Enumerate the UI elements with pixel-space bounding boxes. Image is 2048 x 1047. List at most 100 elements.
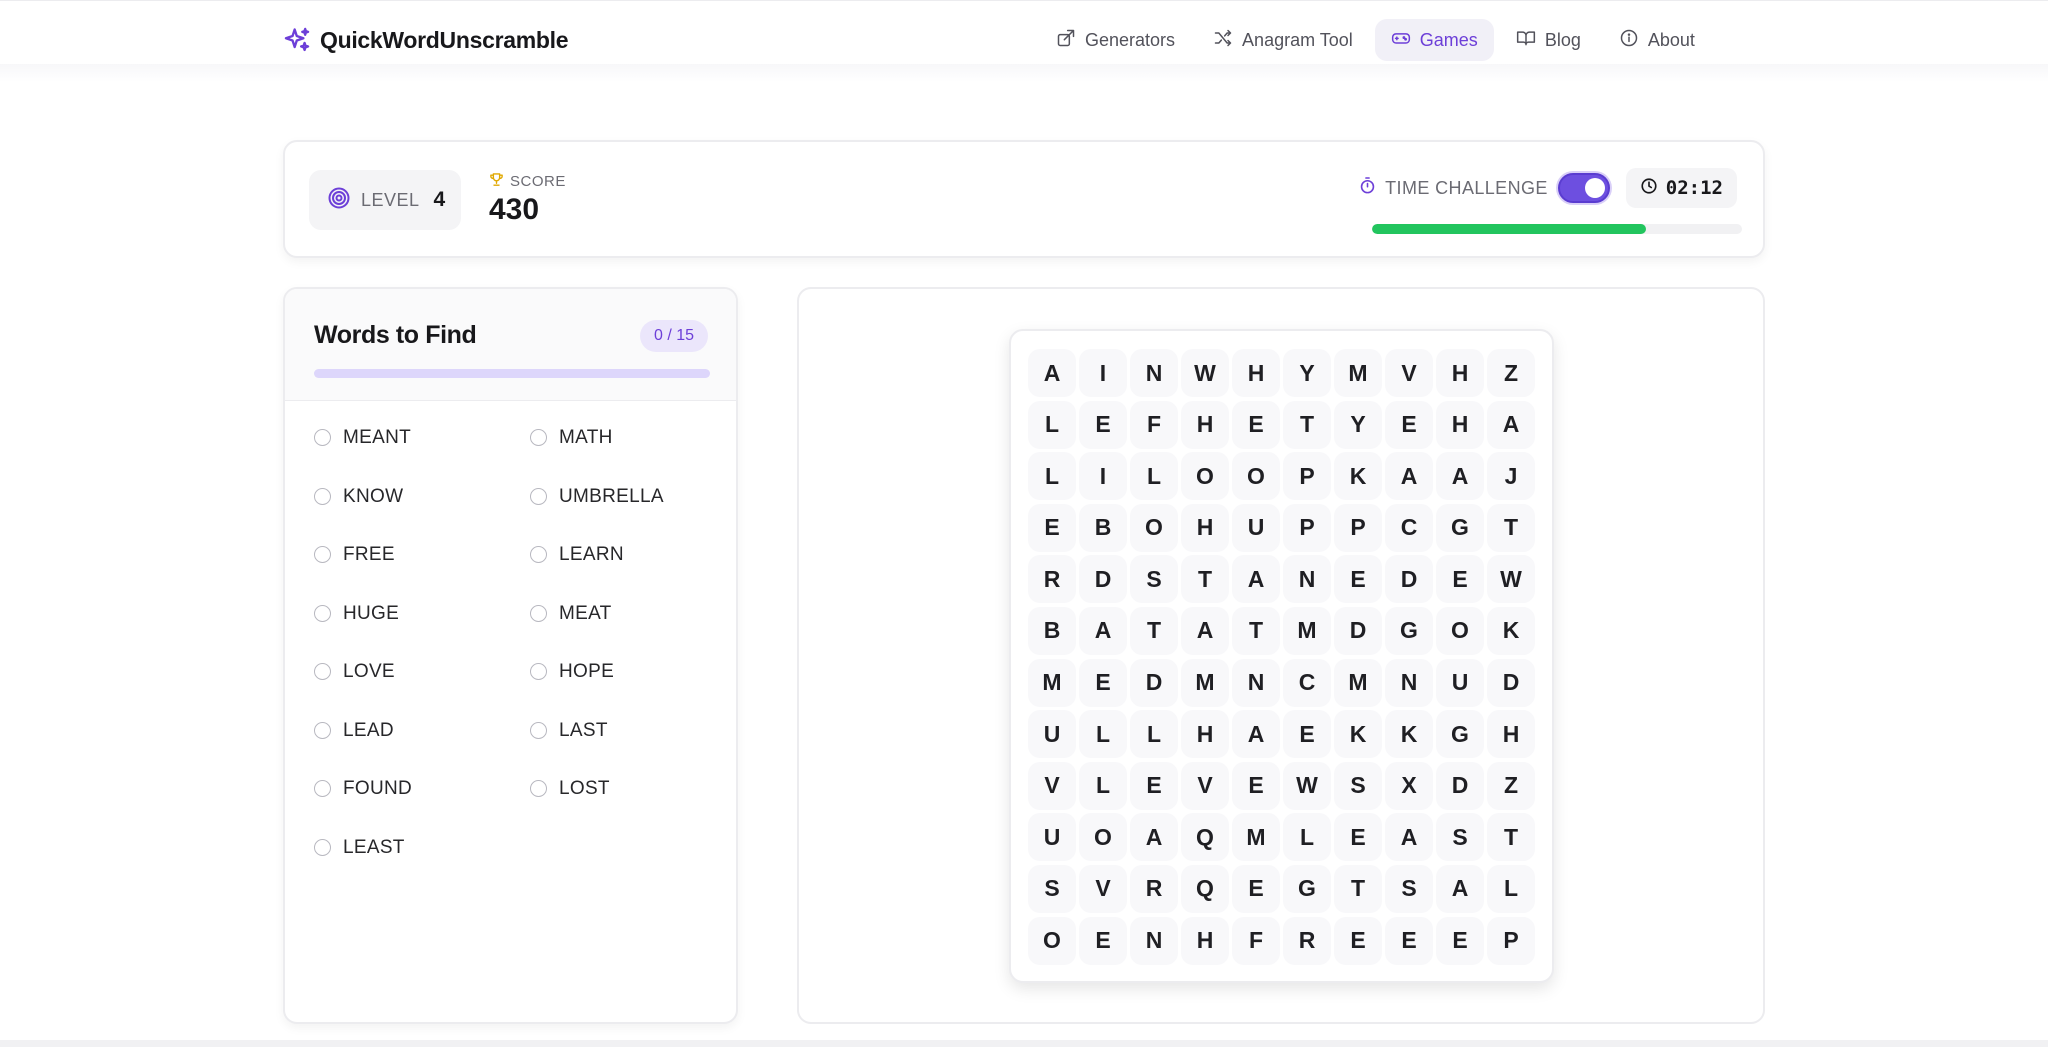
grid-cell[interactable]: X bbox=[1385, 761, 1433, 810]
grid-cell[interactable]: P bbox=[1283, 503, 1331, 552]
grid-cell[interactable]: K bbox=[1487, 606, 1535, 655]
nav-blog[interactable]: Blog bbox=[1500, 19, 1597, 61]
grid-cell[interactable]: M bbox=[1334, 349, 1382, 397]
grid-cell[interactable]: A bbox=[1232, 710, 1280, 759]
word-item[interactable]: LEAD bbox=[314, 720, 530, 779]
grid-cell[interactable]: M bbox=[1181, 658, 1229, 707]
grid-cell[interactable]: H bbox=[1181, 710, 1229, 759]
grid-cell[interactable]: L bbox=[1130, 452, 1178, 501]
grid-cell[interactable]: C bbox=[1283, 658, 1331, 707]
grid-cell[interactable]: R bbox=[1028, 555, 1076, 604]
grid-cell[interactable]: Q bbox=[1181, 813, 1229, 862]
grid-cell[interactable]: O bbox=[1028, 916, 1076, 965]
grid-cell[interactable]: E bbox=[1028, 503, 1076, 552]
grid-cell[interactable]: Q bbox=[1181, 864, 1229, 913]
grid-cell[interactable]: E bbox=[1079, 658, 1127, 707]
grid-cell[interactable]: T bbox=[1130, 606, 1178, 655]
grid-cell[interactable]: A bbox=[1436, 864, 1484, 913]
grid-cell[interactable]: O bbox=[1130, 503, 1178, 552]
grid-cell[interactable]: E bbox=[1232, 400, 1280, 449]
grid-cell[interactable]: N bbox=[1130, 349, 1178, 397]
word-item[interactable]: LOVE bbox=[314, 661, 530, 720]
grid-cell[interactable]: A bbox=[1385, 452, 1433, 501]
grid-cell[interactable]: U bbox=[1436, 658, 1484, 707]
word-item[interactable]: LAST bbox=[530, 720, 714, 779]
grid-cell[interactable]: L bbox=[1028, 400, 1076, 449]
grid-cell[interactable]: T bbox=[1181, 555, 1229, 604]
grid-cell[interactable]: Z bbox=[1487, 761, 1535, 810]
grid-cell[interactable]: N bbox=[1232, 658, 1280, 707]
grid-cell[interactable]: H bbox=[1487, 710, 1535, 759]
grid-cell[interactable]: E bbox=[1232, 761, 1280, 810]
grid-cell[interactable]: Z bbox=[1487, 349, 1535, 397]
grid-cell[interactable]: G bbox=[1283, 864, 1331, 913]
grid-cell[interactable]: E bbox=[1334, 916, 1382, 965]
grid-cell[interactable]: A bbox=[1079, 606, 1127, 655]
word-item[interactable]: LEARN bbox=[530, 544, 714, 603]
grid-cell[interactable]: A bbox=[1130, 813, 1178, 862]
grid-cell[interactable]: A bbox=[1181, 606, 1229, 655]
nav-about[interactable]: About bbox=[1603, 19, 1711, 61]
grid-cell[interactable]: O bbox=[1232, 452, 1280, 501]
grid-cell[interactable]: A bbox=[1436, 452, 1484, 501]
grid-cell[interactable]: M bbox=[1334, 658, 1382, 707]
grid-cell[interactable]: H bbox=[1181, 400, 1229, 449]
grid-cell[interactable]: T bbox=[1334, 864, 1382, 913]
grid-cell[interactable]: D bbox=[1079, 555, 1127, 604]
grid-cell[interactable]: B bbox=[1028, 606, 1076, 655]
grid-cell[interactable]: Y bbox=[1283, 349, 1331, 397]
grid-cell[interactable]: R bbox=[1130, 864, 1178, 913]
grid-cell[interactable]: K bbox=[1385, 710, 1433, 759]
grid-cell[interactable]: C bbox=[1385, 503, 1433, 552]
grid-cell[interactable]: E bbox=[1232, 864, 1280, 913]
grid-cell[interactable]: N bbox=[1283, 555, 1331, 604]
grid-cell[interactable]: U bbox=[1028, 813, 1076, 862]
grid-cell[interactable]: E bbox=[1130, 761, 1178, 810]
grid-cell[interactable]: V bbox=[1028, 761, 1076, 810]
time-challenge-toggle[interactable] bbox=[1557, 173, 1610, 203]
word-item[interactable]: MATH bbox=[530, 427, 714, 486]
grid-cell[interactable]: E bbox=[1079, 916, 1127, 965]
grid-cell[interactable]: P bbox=[1487, 916, 1535, 965]
grid-cell[interactable]: E bbox=[1436, 555, 1484, 604]
grid-cell[interactable]: I bbox=[1079, 452, 1127, 501]
grid-cell[interactable]: H bbox=[1436, 400, 1484, 449]
grid-cell[interactable]: W bbox=[1487, 555, 1535, 604]
word-item[interactable]: KNOW bbox=[314, 486, 530, 545]
grid-cell[interactable]: N bbox=[1130, 916, 1178, 965]
word-item[interactable]: MEAT bbox=[530, 603, 714, 662]
grid-cell[interactable]: O bbox=[1079, 813, 1127, 862]
grid-cell[interactable]: W bbox=[1283, 761, 1331, 810]
grid-cell[interactable]: S bbox=[1334, 761, 1382, 810]
grid-cell[interactable]: Y bbox=[1334, 400, 1382, 449]
grid-cell[interactable]: F bbox=[1232, 916, 1280, 965]
site-logo[interactable]: QuickWordUnscramble bbox=[282, 23, 569, 57]
word-item[interactable]: FREE bbox=[314, 544, 530, 603]
grid-cell[interactable]: K bbox=[1334, 452, 1382, 501]
grid-cell[interactable]: D bbox=[1130, 658, 1178, 707]
grid-cell[interactable]: H bbox=[1181, 503, 1229, 552]
grid-cell[interactable]: E bbox=[1436, 916, 1484, 965]
grid-cell[interactable]: H bbox=[1436, 349, 1484, 397]
grid-cell[interactable]: D bbox=[1334, 606, 1382, 655]
grid-cell[interactable]: F bbox=[1130, 400, 1178, 449]
grid-cell[interactable]: E bbox=[1334, 813, 1382, 862]
grid-cell[interactable]: L bbox=[1079, 710, 1127, 759]
grid-cell[interactable]: G bbox=[1436, 710, 1484, 759]
grid-cell[interactable]: O bbox=[1181, 452, 1229, 501]
grid-cell[interactable]: W bbox=[1181, 349, 1229, 397]
grid-cell[interactable]: E bbox=[1079, 400, 1127, 449]
grid-cell[interactable]: U bbox=[1028, 710, 1076, 759]
grid-cell[interactable]: K bbox=[1334, 710, 1382, 759]
grid-cell[interactable]: T bbox=[1487, 813, 1535, 862]
grid-cell[interactable]: R bbox=[1283, 916, 1331, 965]
grid-cell[interactable]: M bbox=[1283, 606, 1331, 655]
grid-cell[interactable]: E bbox=[1334, 555, 1382, 604]
grid-cell[interactable]: L bbox=[1130, 710, 1178, 759]
grid-cell[interactable]: L bbox=[1283, 813, 1331, 862]
grid-cell[interactable]: S bbox=[1385, 864, 1433, 913]
grid-cell[interactable]: T bbox=[1283, 400, 1331, 449]
grid-cell[interactable]: S bbox=[1130, 555, 1178, 604]
grid-cell[interactable]: A bbox=[1232, 555, 1280, 604]
grid-cell[interactable]: D bbox=[1436, 761, 1484, 810]
